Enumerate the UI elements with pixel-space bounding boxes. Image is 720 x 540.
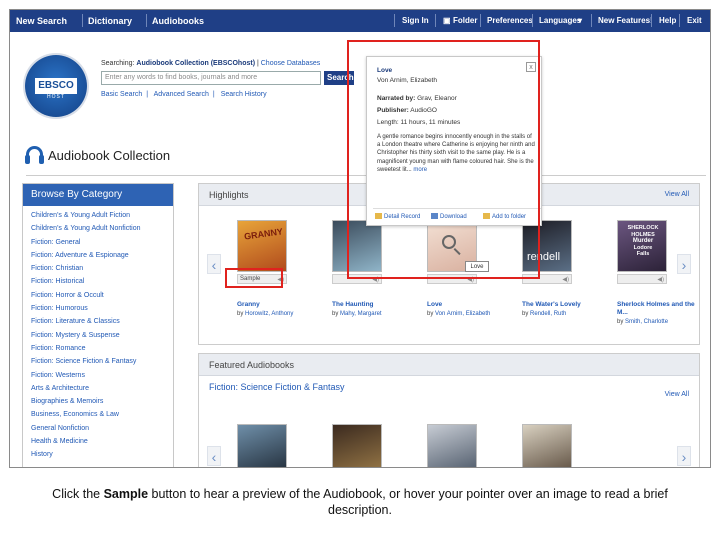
category-link[interactable]: General Nonfiction (31, 425, 173, 438)
choose-databases-link[interactable]: Choose Databases (261, 60, 321, 67)
category-link[interactable]: Health & Medicine (31, 438, 173, 451)
nav-separator (532, 14, 533, 27)
featured-book-cover[interactable] (237, 424, 287, 467)
featured-header: Featured Audiobooks (199, 354, 699, 376)
search-history-link[interactable]: Search History (221, 91, 267, 98)
book-title-link[interactable]: The Water's Lovely (522, 301, 602, 309)
author-link[interactable]: Mahy, Margaret (340, 311, 382, 317)
search-options: Basic Search | Advanced Search | Search Hi… (101, 91, 267, 98)
searching-label: Searching: (101, 60, 135, 67)
author-link[interactable]: Rendell, Ruth (530, 311, 566, 317)
book-author: by Smith, Charlotte (617, 319, 669, 325)
chevron-down-icon[interactable]: ▾ (578, 16, 582, 25)
category-list: Children's & Young Adult Fiction Childre… (23, 206, 173, 465)
category-link[interactable]: Fiction: Romance (31, 345, 173, 358)
nav-separator (82, 14, 83, 27)
category-link[interactable]: Arts & Architecture (31, 385, 173, 398)
book-cover-granny[interactable]: GRANNY (237, 220, 287, 272)
book-title-link[interactable]: The Haunting (332, 301, 412, 309)
nav-new-search[interactable]: New Search (16, 16, 67, 26)
category-link[interactable]: Fiction: Christian (31, 265, 173, 278)
book-author: by Von Arnim, Elizabeth (427, 311, 491, 317)
category-link[interactable]: Fiction: Mystery & Suspense (31, 332, 173, 345)
database-name: Audiobook Collection (EBSCOhost) (136, 60, 256, 67)
author-link[interactable]: Von Arnim, Elizabeth (435, 311, 490, 317)
carousel-prev-button[interactable]: ‹ (207, 446, 221, 466)
view-all-link[interactable]: View All (665, 391, 689, 398)
carousel-prev-button[interactable]: ‹ (207, 254, 221, 274)
category-link[interactable]: Fiction: Historical (31, 278, 173, 291)
featured-audiobooks-panel: Featured Audiobooks Fiction: Science Fic… (198, 353, 700, 467)
category-link[interactable]: Biographies & Memoirs (31, 398, 173, 411)
featured-book-cover[interactable] (427, 424, 477, 467)
headphones-icon (25, 146, 44, 164)
featured-book-cover[interactable] (522, 424, 572, 467)
category-link[interactable]: History (31, 451, 173, 464)
searching-line: Searching: Audiobook Collection (EBSCOho… (101, 60, 321, 67)
book-title-link[interactable]: Love (427, 301, 507, 309)
category-link[interactable]: Fiction: Literature & Classics (31, 318, 173, 331)
nav-separator (651, 14, 652, 27)
logo-text: EBSCO (35, 78, 77, 94)
category-link[interactable]: Fiction: Adventure & Espionage (31, 252, 173, 265)
author-link[interactable]: Smith, Charlotte (625, 319, 668, 325)
speaker-icon: ◀) (562, 277, 569, 283)
book-cover-sherlock-holmes[interactable]: SHERLOCK HOLMES Murder Lodore Falls (617, 220, 667, 272)
highlights-title: Highlights (209, 190, 249, 200)
category-link[interactable]: Children's & Young Adult Fiction (31, 212, 173, 225)
search-input[interactable]: Enter any words to find books, journals … (101, 71, 321, 85)
nav-separator (480, 14, 481, 27)
logo-subtext: HOST (47, 94, 65, 100)
nav-exit[interactable]: Exit (687, 16, 702, 25)
nav-new-features[interactable]: New Features! (598, 16, 653, 25)
cover-title-text: GRANNY (243, 226, 284, 242)
nav-languages[interactable]: Languages (539, 16, 581, 25)
nav-folder[interactable]: Folder (453, 16, 477, 25)
nav-preferences[interactable]: Preferences (487, 16, 533, 25)
advanced-search-link[interactable]: Advanced Search (154, 91, 209, 98)
book-author: by Rendell, Ruth (522, 311, 567, 317)
ebscohost-logo[interactable]: EBSCO HOST (25, 55, 87, 117)
collection-header: Audiobook Collection (25, 145, 366, 165)
category-link[interactable]: Fiction: Science Fiction & Fantasy (31, 358, 173, 371)
category-link[interactable]: Children's & Young Adult Nonfiction (31, 225, 173, 238)
nav-audiobooks[interactable]: Audiobooks (152, 16, 204, 26)
book-title-link[interactable]: Sherlock Holmes and the M... (617, 301, 697, 317)
instruction-caption: Click the Sample button to hear a previe… (52, 487, 668, 517)
category-link[interactable]: Fiction: Westerns (31, 372, 173, 385)
book-author: by Mahy, Margaret (332, 311, 382, 317)
category-link[interactable]: Business, Economics & Law (31, 411, 173, 424)
category-link[interactable]: Fiction: Horror & Occult (31, 292, 173, 305)
nav-separator (394, 14, 395, 27)
nav-sign-in[interactable]: Sign In (402, 16, 429, 25)
nav-separator (435, 14, 436, 27)
nav-separator (146, 14, 147, 27)
carousel-next-button[interactable]: › (677, 254, 691, 274)
top-navigation-bar: New Search Dictionary Audiobooks Sign In… (10, 10, 710, 32)
speaker-icon: ◀) (657, 277, 664, 283)
browse-by-category-panel: Browse By Category Children's & Young Ad… (22, 183, 174, 467)
cover-title-text: SHERLOCK HOLMES Murder Lodore Falls (627, 225, 659, 257)
view-all-link[interactable]: View All (665, 191, 689, 198)
sample-button[interactable]: ◀) (617, 274, 667, 284)
book-author: by Horowitz, Anthony (237, 311, 294, 317)
category-link[interactable]: Fiction: Humorous (31, 305, 173, 318)
category-link[interactable]: Fiction: General (31, 239, 173, 252)
featured-category[interactable]: Fiction: Science Fiction & Fantasy (209, 382, 345, 392)
nav-separator (679, 14, 680, 27)
popup-highlight-box (347, 40, 540, 279)
nav-separator (591, 14, 592, 27)
basic-search-link[interactable]: Basic Search (101, 91, 142, 98)
author-link[interactable]: Horowitz, Anthony (245, 311, 293, 317)
sample-highlight-box (225, 268, 283, 288)
carousel-next-button[interactable]: › (677, 446, 691, 466)
nav-help[interactable]: Help (659, 16, 676, 25)
book-title-link[interactable]: Granny (237, 301, 317, 309)
featured-title: Featured Audiobooks (209, 360, 295, 370)
folder-icon[interactable]: ▣ (443, 16, 451, 25)
sidebar-title: Browse By Category (23, 184, 173, 206)
featured-book-cover[interactable] (332, 424, 382, 467)
nav-dictionary[interactable]: Dictionary (88, 16, 132, 26)
page-title: Audiobook Collection (48, 148, 171, 163)
